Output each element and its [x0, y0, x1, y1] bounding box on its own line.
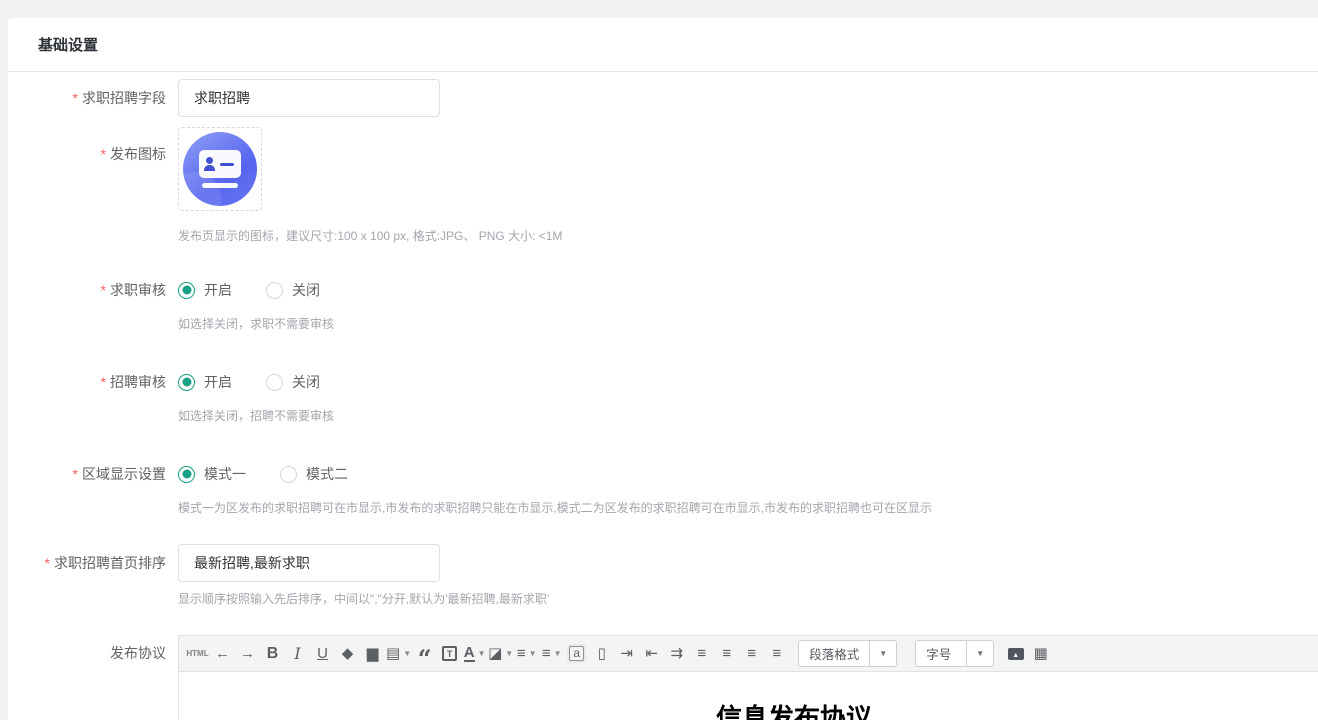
- field-label-input[interactable]: [178, 79, 440, 117]
- chevron-down-icon: ▼: [966, 641, 993, 666]
- field-label: * 发布图标: [100, 146, 166, 162]
- boxed-a-icon[interactable]: a: [565, 641, 588, 667]
- bold-icon[interactable]: B: [261, 641, 284, 667]
- card-header: 基础设置: [8, 18, 1318, 72]
- contact-card-icon: [183, 132, 257, 206]
- insert-template-icon[interactable]: ▤ ▼: [386, 641, 411, 667]
- paste-text-icon[interactable]: T: [438, 641, 461, 667]
- required-asterisk: *: [100, 374, 106, 390]
- job-review-radio-group: 开启 关闭: [178, 280, 1318, 300]
- required-asterisk: *: [72, 466, 78, 482]
- field-label: * 招聘审核: [100, 374, 166, 390]
- radio-circle-icon: [178, 373, 195, 391]
- form-row-agreement: 发布协议 HTML ← → B I U ◆ ▆ ▤ ▼ “T A ▼ ◪ ▼ ≡ ▼ ≡ ▼ a ▯ ⇥ ⇤ ⇉ ≡ ≡ ≡ ≡ 段落格…: [8, 635, 1318, 720]
- chevron-down-icon: ▼: [403, 648, 412, 658]
- required-asterisk: *: [44, 555, 50, 571]
- required-asterisk: *: [100, 146, 106, 162]
- clear-format-icon[interactable]: ◆: [336, 641, 359, 667]
- form-row-region-display: * 区域显示设置 模式一 模式二 模式一为区发布的求职招聘可在市显示,市发布的求职…: [8, 464, 1318, 516]
- bottom-bar-glyph: [202, 183, 238, 188]
- required-asterisk: *: [72, 90, 78, 106]
- radio-option-mode1[interactable]: 模式一: [178, 464, 246, 484]
- blockquote-icon[interactable]: “: [413, 641, 436, 670]
- radio-option-off[interactable]: 关闭: [266, 280, 320, 300]
- form-row-publish-icon: * 发布图标 发布页显示的图标，建议尺寸:100 x 100 px, 格式:JPG…: [8, 127, 1318, 244]
- underline-icon[interactable]: U: [311, 641, 334, 667]
- recruit-review-radio-group: 开启 关闭: [178, 372, 1318, 392]
- radio-circle-icon: [266, 281, 283, 299]
- idcard-shape: [199, 150, 241, 178]
- undo-icon[interactable]: ←: [211, 641, 234, 667]
- form-row-recruit-review: * 招聘审核 开启 关闭 如选择关闭，招聘不需要审核: [8, 372, 1318, 424]
- radio-circle-icon: [280, 465, 297, 483]
- field-hint: 发布页显示的图标，建议尺寸:100 x 100 px, 格式:JPG、 PNG …: [178, 229, 563, 243]
- settings-card: 基础设置 *求职招聘字段 *发布图标: [8, 18, 1318, 720]
- font-color-icon[interactable]: A ▼: [463, 641, 486, 667]
- bg-color-icon[interactable]: ◪ ▼: [488, 641, 513, 667]
- chevron-down-icon: ▼: [553, 648, 562, 658]
- publish-icon-upload[interactable]: [178, 127, 262, 211]
- radio-option-on[interactable]: 开启: [178, 372, 232, 392]
- insert-image-icon[interactable]: ▲: [1004, 641, 1027, 667]
- field-label: * 区域显示设置: [72, 466, 166, 482]
- new-page-icon[interactable]: ▯: [590, 641, 613, 667]
- field-label: 发布协议: [110, 645, 166, 661]
- agreement-title-text: 信息发布协议: [715, 704, 872, 720]
- field-label: * 求职招聘首页排序: [44, 555, 166, 571]
- rich-text-editor: HTML ← → B I U ◆ ▆ ▤ ▼ “T A ▼ ◪ ▼ ≡ ▼ ≡ ▼ a ▯ ⇥ ⇤ ⇉ ≡ ≡ ≡ ≡ 段落格式 ▼ 字号 ▼…: [178, 635, 1318, 720]
- text-line-glyph: [220, 162, 234, 166]
- radio-option-mode2[interactable]: 模式二: [280, 464, 348, 484]
- region-display-radio-group: 模式一 模式二: [178, 464, 1318, 484]
- radio-circle-icon: [266, 373, 283, 391]
- settings-form: *求职招聘字段 *发布图标: [8, 79, 1318, 720]
- field-hint: 如选择关闭，求职不需要审核: [178, 317, 335, 331]
- insert-table-icon[interactable]: ▦: [1029, 641, 1052, 667]
- chevron-down-icon: ▼: [477, 648, 486, 658]
- form-row-job-review: * 求职审核 开启 关闭 如选择关闭，求职不需要审核: [8, 280, 1318, 332]
- first-line-indent-icon[interactable]: ⇉: [665, 641, 688, 667]
- radio-option-off[interactable]: 关闭: [266, 372, 320, 392]
- align-right-icon[interactable]: ≡: [740, 641, 763, 667]
- paragraph-format-select[interactable]: 段落格式 ▼: [798, 640, 898, 667]
- redo-icon[interactable]: →: [236, 641, 259, 667]
- html-source-icon[interactable]: HTML: [186, 641, 209, 667]
- field-label: * 求职招聘字段: [72, 90, 166, 106]
- font-size-select[interactable]: 字号 ▼: [915, 640, 995, 667]
- outdent-icon[interactable]: ⇤: [640, 641, 663, 667]
- field-hint: 模式一为区发布的求职招聘可在市显示,市发布的求职招聘只能在市显示,模式二为区发布…: [178, 501, 933, 515]
- format-brush-icon[interactable]: ▆: [361, 641, 384, 667]
- page-title: 基础设置: [38, 37, 99, 54]
- chevron-down-icon: ▼: [505, 648, 514, 658]
- form-row-home-sort: *求职招聘首页排序 显示顺序按照输入先后排序，中间以","分开,默认为'最新招聘…: [8, 544, 1318, 607]
- ordered-list-icon[interactable]: ≡ ▼: [515, 641, 538, 667]
- editor-toolbar: HTML ← → B I U ◆ ▆ ▤ ▼ “T A ▼ ◪ ▼ ≡ ▼ ≡ ▼ a ▯ ⇥ ⇤ ⇉ ≡ ≡ ≡ ≡ 段落格式 ▼ 字号 ▼…: [179, 636, 1318, 672]
- field-hint: 显示顺序按照输入先后排序，中间以","分开,默认为'最新招聘,最新求职': [178, 592, 550, 606]
- required-asterisk: *: [100, 282, 106, 298]
- form-row-field-label: * 求职招聘字段: [8, 79, 1318, 117]
- radio-option-on[interactable]: 开启: [178, 280, 232, 300]
- radio-circle-icon: [178, 281, 195, 299]
- home-sort-input[interactable]: [178, 544, 440, 582]
- align-left-icon[interactable]: ≡: [690, 641, 713, 667]
- italic-icon[interactable]: I: [286, 641, 309, 667]
- chevron-down-icon: ▼: [528, 648, 537, 658]
- radio-circle-icon: [178, 465, 195, 483]
- chevron-down-icon: ▼: [869, 641, 896, 666]
- unordered-list-icon[interactable]: ≡ ▼: [540, 641, 563, 667]
- align-justify-icon[interactable]: ≡: [765, 641, 788, 667]
- field-hint: 如选择关闭，招聘不需要审核: [178, 409, 335, 423]
- person-glyph: [204, 157, 215, 171]
- indent-icon[interactable]: ⇥: [615, 641, 638, 667]
- field-label: * 求职审核: [100, 282, 166, 298]
- align-center-icon[interactable]: ≡: [715, 641, 738, 667]
- editor-content-area[interactable]: 信息发布协议: [179, 672, 1318, 720]
